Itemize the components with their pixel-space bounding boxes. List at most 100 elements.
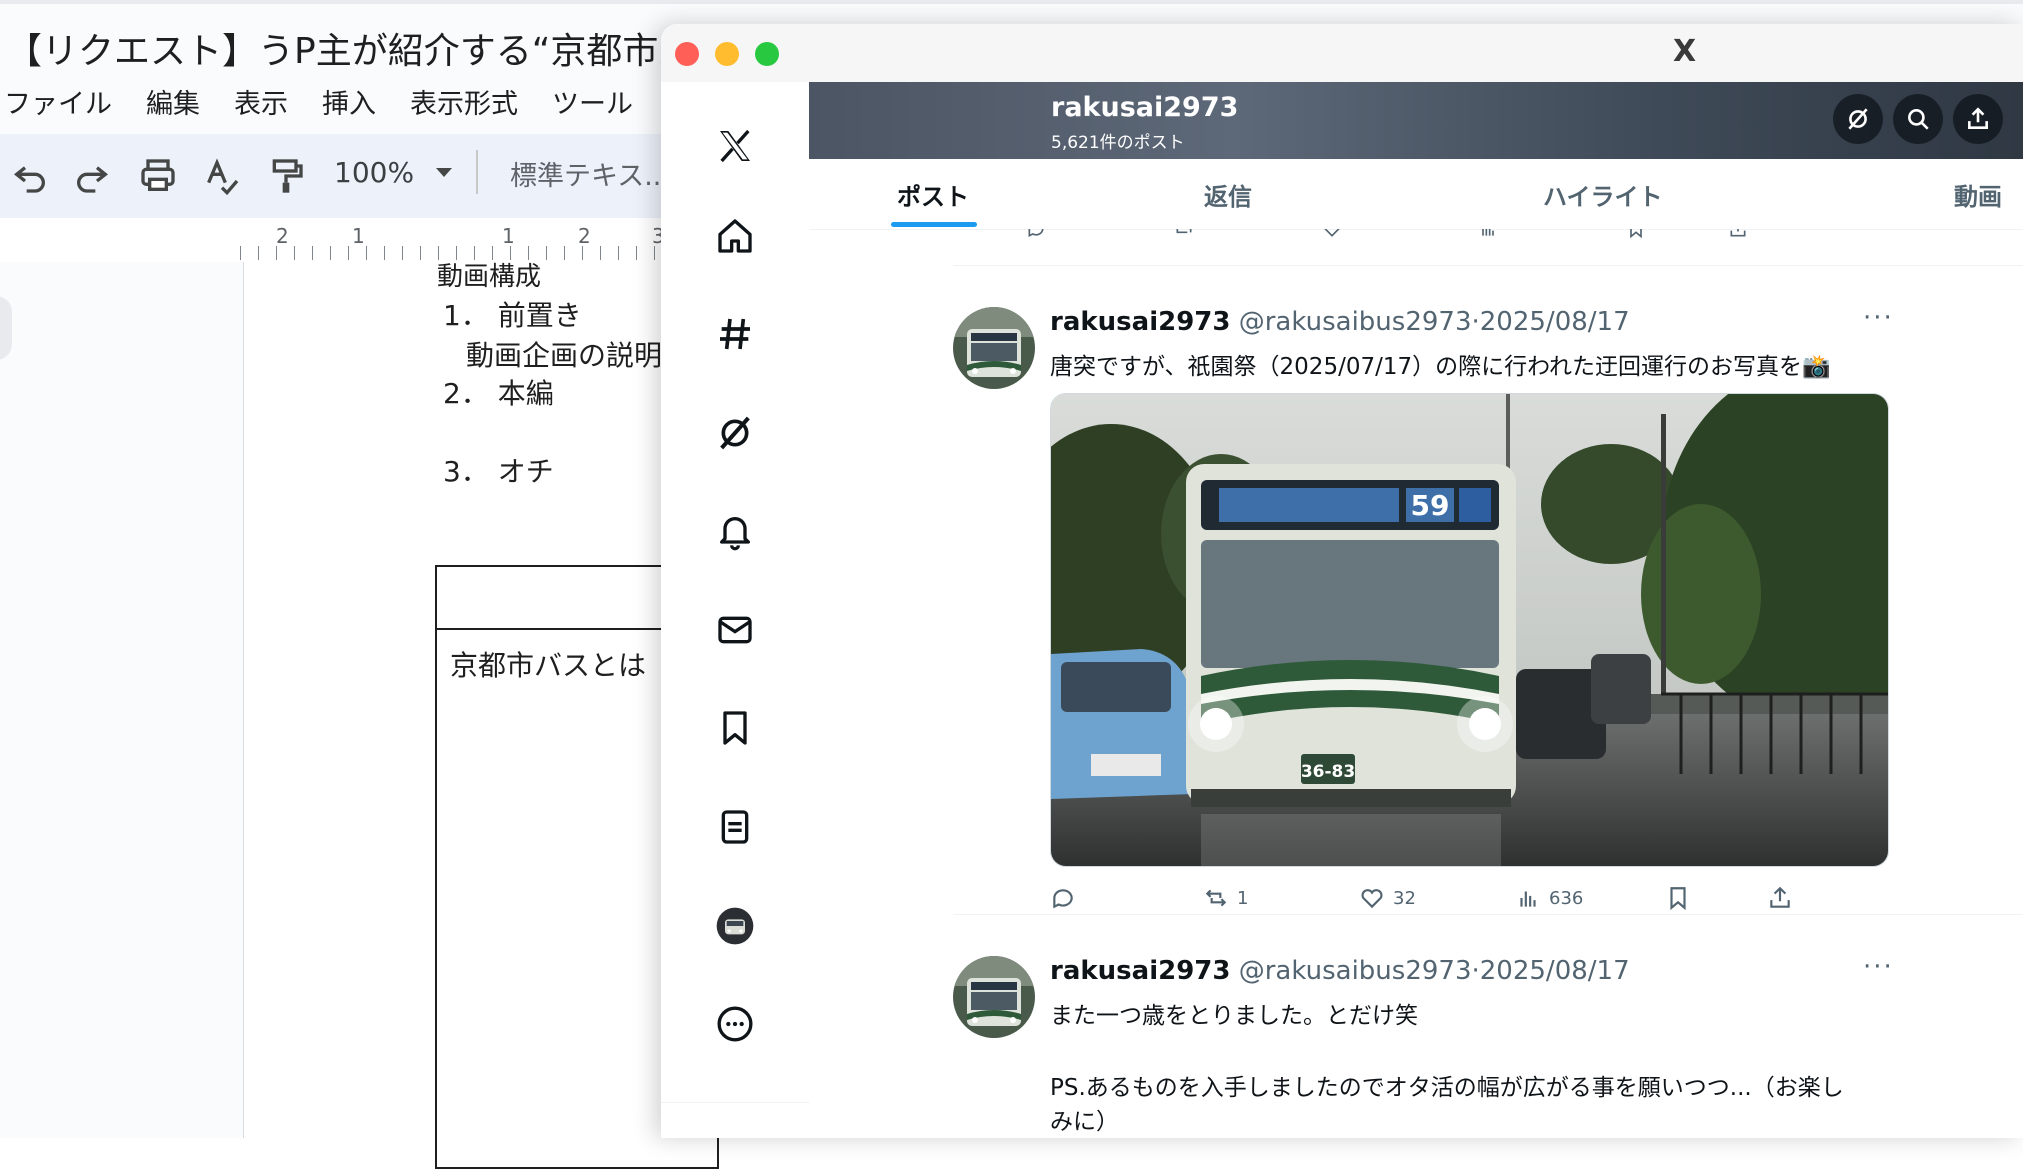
x-main-column: rakusai2973 5,621件のポスト ポスト 返信 ハイライト 動画 r… [809, 82, 2023, 1138]
like-button[interactable]: 32 [1359, 885, 1416, 911]
post-header: rakusai2973 @rakusaibus2973·2025/08/17 [1050, 956, 1630, 986]
doc-list-item: 1． 前置き [443, 299, 582, 332]
like-heart-icon[interactable] [1319, 229, 1345, 239]
messages-mail-icon[interactable] [707, 602, 763, 658]
timeline-feed[interactable]: rakusai2973 @rakusaibus2973·2025/08/17 ·… [809, 229, 2023, 1138]
post-photo[interactable]: 59 36-83 [1050, 393, 1889, 867]
grok-button[interactable] [1833, 94, 1883, 144]
outline-toggle[interactable] [0, 296, 12, 360]
active-tab-indicator [891, 222, 977, 227]
post-author-name[interactable]: rakusai2973 [1050, 956, 1230, 986]
document-title[interactable]: 【リクエスト】うP主が紹介する“京都市バ [6, 22, 694, 74]
doc-list-item: 2． 本編 [443, 377, 554, 410]
zoom-select[interactable]: 100% [334, 156, 414, 189]
svg-text:36-83: 36-83 [1301, 762, 1355, 782]
share-icon[interactable] [1725, 229, 1751, 239]
lists-icon[interactable] [707, 799, 763, 855]
menu-edit[interactable]: 編集 [146, 82, 200, 121]
views-chart-icon [1520, 891, 1536, 907]
profile-header: rakusai2973 5,621件のポスト [809, 82, 2023, 159]
ruler-number: 1 [502, 224, 515, 248]
menu-format[interactable]: 表示形式 [410, 82, 518, 121]
repost-icon[interactable] [1171, 229, 1197, 239]
post-avatar[interactable] [953, 956, 1035, 1038]
bus-avatar-image [953, 956, 1035, 1038]
more-options-icon[interactable]: ··· [1863, 303, 1894, 333]
menu-file[interactable]: ファイル [4, 82, 112, 121]
profile-post-count: 5,621件のポスト [1051, 133, 1185, 153]
window-close-button[interactable] [675, 42, 699, 66]
redo-icon[interactable] [72, 156, 112, 196]
share-icon [1770, 886, 1790, 908]
menu-tools[interactable]: ツール [552, 82, 633, 121]
x-logo-icon[interactable] [707, 118, 763, 174]
print-icon[interactable] [138, 156, 178, 196]
bookmark-button[interactable] [1665, 885, 1691, 911]
previous-post-actions [1028, 229, 1859, 249]
post-divider [953, 914, 2023, 915]
doc-heading: 動画構成 [437, 262, 542, 292]
ruler-number: 2 [276, 224, 289, 248]
explore-hash-icon[interactable] [707, 306, 763, 362]
grok-icon[interactable] [707, 405, 763, 461]
more-icon[interactable] [707, 996, 763, 1052]
reply-icon[interactable] [1023, 229, 1049, 239]
bookmark-icon[interactable] [1623, 229, 1649, 239]
menu-bar: ファイル 編集 表示 挿入 表示形式 ツール [4, 82, 667, 121]
post-text-line: PS.あるものを入手しましたのでオタ活の幅が広がる事を願いつつ...（お楽し [1050, 1075, 1844, 1101]
paint-format-icon[interactable] [266, 156, 306, 196]
window-title: X [1673, 34, 1697, 69]
svg-text:59: 59 [1411, 489, 1450, 522]
notifications-bell-icon[interactable] [707, 504, 763, 560]
toolbar-divider [476, 150, 478, 194]
post-text: 唐突ですが、祇園祭（2025/07/17）の際に行われた迂回運行のお写真を📸 [1050, 354, 1831, 380]
doc-list-subtext: 動画企画の説明 [466, 339, 663, 372]
search-button[interactable] [1893, 94, 1943, 144]
menu-view[interactable]: 表示 [234, 82, 288, 121]
home-icon[interactable] [707, 208, 763, 264]
chevron-down-icon[interactable] [436, 168, 452, 177]
post-author-handle[interactable]: @rakusaibus2973 [1239, 307, 1472, 337]
grok-icon [1848, 108, 1868, 130]
post-date[interactable]: ·2025/08/17 [1472, 307, 1630, 337]
post-header: rakusai2973 @rakusaibus2973·2025/08/17 [1050, 307, 1630, 337]
views-chart-icon[interactable] [1475, 229, 1501, 239]
tab-posts[interactable]: ポスト [897, 177, 969, 212]
post-author-name[interactable]: rakusai2973 [1050, 307, 1230, 337]
more-options-icon[interactable]: ··· [1863, 952, 1894, 982]
repost-icon [1205, 889, 1227, 907]
post-text-line: また一つ歳をとりました。とだけ笑 [1050, 1003, 1418, 1029]
profile-avatar-icon[interactable] [707, 898, 763, 954]
paragraph-style-select[interactable]: 標準テキス... [510, 154, 670, 193]
post-avatar[interactable] [953, 307, 1035, 389]
share-button[interactable] [1767, 885, 1793, 911]
bookmark-icon [1670, 887, 1686, 911]
like-heart-icon [1361, 889, 1383, 909]
views-button[interactable]: 636 [1515, 885, 1583, 911]
post-author-handle[interactable]: @rakusaibus2973 [1239, 956, 1472, 986]
reply-button[interactable] [1050, 885, 1084, 911]
window-titlebar[interactable]: X [661, 24, 2023, 83]
repost-count: 1 [1237, 887, 1249, 909]
bookmarks-icon[interactable] [707, 700, 763, 756]
repost-button[interactable]: 1 [1203, 885, 1248, 911]
profile-name: rakusai2973 [1051, 92, 1239, 123]
undo-icon[interactable] [10, 156, 50, 196]
bus-photo: 59 36-83 [1051, 394, 1888, 866]
x-app-window: X rakusai2973 5,621件のポスト ポスト 返信 ハイライト 動画… [661, 24, 2023, 1138]
menu-insert[interactable]: 挿入 [322, 82, 376, 121]
bus-avatar-image [953, 307, 1035, 389]
ruler[interactable]: 2 1 1 2 3 [0, 218, 700, 263]
tab-replies[interactable]: 返信 [1204, 177, 1252, 212]
editor-top-border [0, 0, 2023, 4]
x-sidebar [661, 82, 810, 1138]
reply-icon [1053, 889, 1073, 909]
spellcheck-icon[interactable] [202, 156, 242, 196]
tab-videos[interactable]: 動画 [1954, 177, 2002, 212]
window-zoom-button[interactable] [755, 42, 779, 66]
post-divider [953, 265, 2023, 266]
post-date[interactable]: ·2025/08/17 [1472, 956, 1630, 986]
window-minimize-button[interactable] [715, 42, 739, 66]
tab-highlights[interactable]: ハイライト [1543, 177, 1663, 212]
share-button[interactable] [1953, 94, 2003, 144]
